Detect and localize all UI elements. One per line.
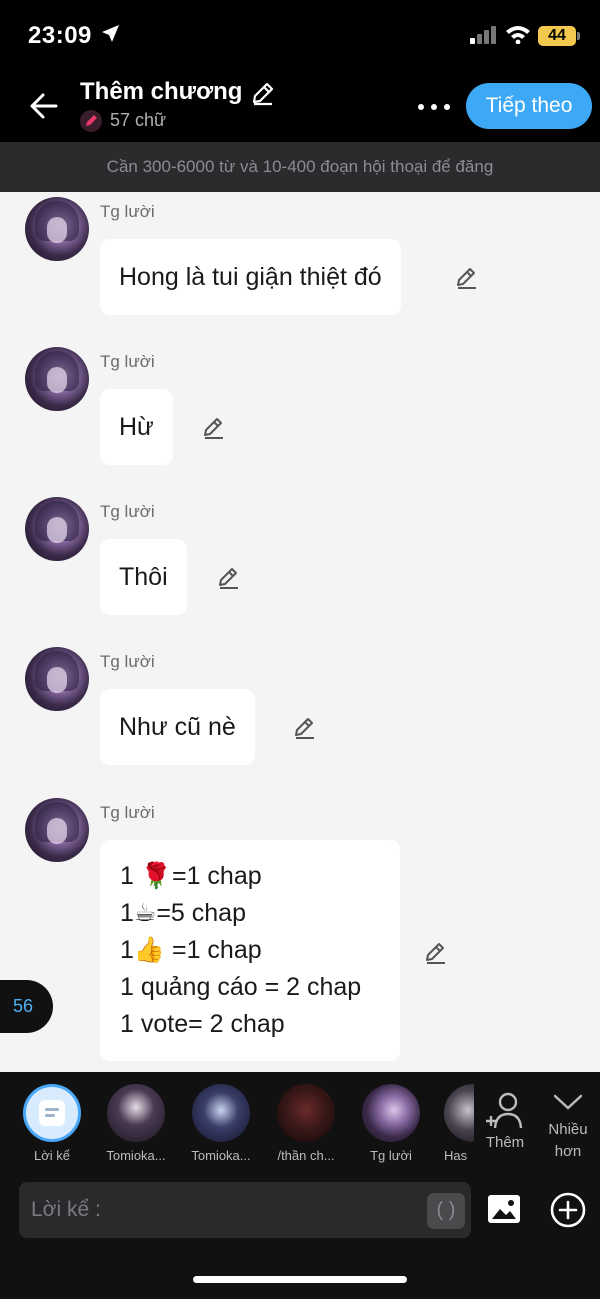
- message-text: Thôi: [119, 563, 168, 591]
- status-time: 23:09: [28, 22, 92, 49]
- add-person-icon: [486, 1092, 523, 1129]
- character-label: /thần ch...: [277, 1148, 335, 1163]
- character-label: Tomioka...: [106, 1148, 166, 1163]
- message-text: Như cũ nè: [119, 713, 236, 741]
- message-sender: Tg lười: [100, 652, 155, 671]
- page-count-badge[interactable]: 56: [0, 980, 53, 1033]
- message-bubble[interactable]: Thôi: [100, 539, 187, 615]
- chevron-down-icon: [553, 1094, 583, 1110]
- edit-message-pencil-icon[interactable]: [423, 940, 449, 966]
- battery-icon: 44: [538, 26, 576, 46]
- chat-area[interactable]: Tg lười Hong là tui giận thiệt đó Tg lườ…: [0, 192, 600, 1072]
- message-input[interactable]: [31, 1190, 421, 1230]
- status-bar: 23:09 44: [0, 0, 600, 72]
- cellular-signal-icon: [470, 26, 496, 44]
- word-count: 57 chữ: [110, 110, 167, 130]
- more-characters-button[interactable]: Nhiều hơn: [540, 1092, 596, 1163]
- edit-message-pencil-icon[interactable]: [201, 415, 227, 441]
- message-sender: Tg lười: [100, 202, 155, 221]
- image-icon[interactable]: [486, 1191, 522, 1227]
- message-text: Hong là tui giận thiệt đó: [119, 263, 382, 291]
- header: Thêm chương 57 chữ Tiếp theo: [0, 72, 600, 142]
- edit-title-pencil-icon[interactable]: [250, 80, 276, 106]
- location-arrow-icon: [102, 25, 119, 42]
- character-label: Lời kể: [34, 1148, 70, 1163]
- message-input-container: ( ): [19, 1182, 471, 1238]
- character-item[interactable]: /thần ch...: [270, 1084, 342, 1163]
- avatar[interactable]: [25, 197, 89, 261]
- more-options-icon[interactable]: [414, 94, 454, 118]
- avatar: [107, 1084, 165, 1142]
- character-narrator[interactable]: Lời kể: [16, 1084, 88, 1163]
- next-button[interactable]: Tiếp theo: [466, 83, 592, 129]
- avatar[interactable]: [25, 347, 89, 411]
- requirement-notice: Cần 300-6000 từ và 10-400 đoạn hội thoại…: [0, 142, 600, 192]
- avatar[interactable]: [25, 647, 89, 711]
- avatar: [192, 1084, 250, 1142]
- add-character-button[interactable]: Thêm: [478, 1090, 532, 1151]
- message-sender: Tg lười: [100, 352, 155, 371]
- message-line: 1 🌹=1 chap: [120, 862, 262, 890]
- avatar: [444, 1084, 474, 1142]
- message-bubble[interactable]: Hong là tui giận thiệt đó: [100, 239, 401, 315]
- page-title: Thêm chương: [80, 78, 243, 105]
- avatar: [277, 1084, 335, 1142]
- avatar[interactable]: [25, 798, 89, 862]
- edit-message-pencil-icon[interactable]: [454, 265, 480, 291]
- action-paren-button[interactable]: ( ): [427, 1193, 465, 1229]
- message-sender: Tg lười: [100, 803, 155, 822]
- character-label: Tg lười: [370, 1148, 412, 1163]
- composer-panel: Lời kể Tomioka... Tomioka... /thần ch...…: [0, 1072, 600, 1299]
- message-line: 1👍 =1 chap: [120, 936, 262, 964]
- wifi-icon: [506, 26, 530, 44]
- narrator-icon: [23, 1084, 81, 1142]
- back-arrow-icon[interactable]: [26, 88, 62, 124]
- message-bubble[interactable]: Hừ: [100, 389, 173, 465]
- edit-message-pencil-icon[interactable]: [216, 565, 242, 591]
- edit-message-pencil-icon[interactable]: [292, 715, 318, 741]
- message-line: 1 quảng cáo = 2 chap: [120, 973, 362, 1001]
- character-item[interactable]: Has: [440, 1084, 476, 1163]
- home-indicator: [193, 1276, 407, 1283]
- character-item[interactable]: Tomioka...: [100, 1084, 172, 1163]
- character-label: Tomioka...: [191, 1148, 251, 1163]
- message-bubble[interactable]: Như cũ nè: [100, 689, 255, 765]
- word-count-pencil-icon: [80, 110, 102, 132]
- message-sender: Tg lười: [100, 502, 155, 521]
- character-selector[interactable]: Lời kể Tomioka... Tomioka... /thần ch...…: [0, 1084, 600, 1168]
- character-label: Has: [444, 1148, 468, 1163]
- add-plus-icon[interactable]: [549, 1191, 587, 1229]
- battery-tip: [577, 32, 580, 40]
- avatar: [362, 1084, 420, 1142]
- message-text: Hừ: [119, 413, 154, 441]
- add-character-label: Thêm: [485, 1134, 525, 1151]
- message-line: 1☕=5 chap: [120, 899, 246, 927]
- character-item[interactable]: Tomioka...: [185, 1084, 257, 1163]
- message-bubble[interactable]: 1 🌹=1 chap 1☕=5 chap 1👍 =1 chap 1 quảng …: [100, 840, 400, 1061]
- message-line: 1 vote= 2 chap: [120, 1010, 285, 1038]
- character-item[interactable]: Tg lười: [355, 1084, 427, 1163]
- more-characters-label: Nhiều hơn: [548, 1121, 588, 1160]
- avatar[interactable]: [25, 497, 89, 561]
